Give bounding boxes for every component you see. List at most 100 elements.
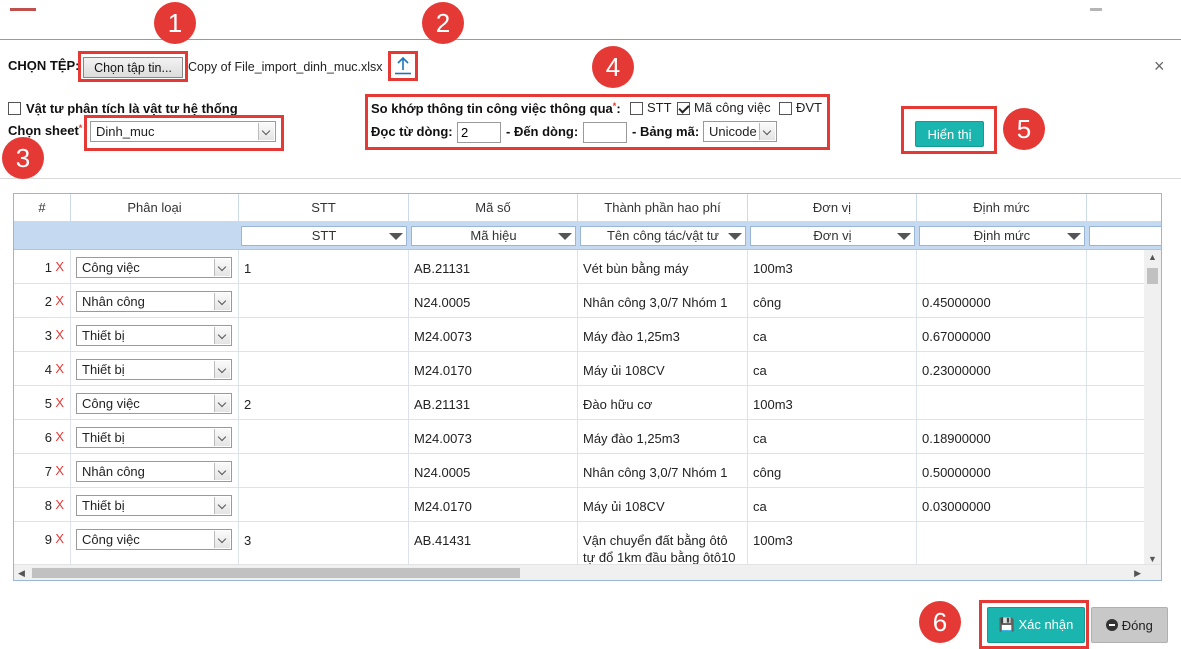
cell-norm-value: 0.50000000 <box>922 465 991 480</box>
cell-code: M24.0073 <box>409 318 578 351</box>
col-header-type[interactable]: Phân loại <box>71 194 239 222</box>
delete-row-icon[interactable]: X <box>55 531 64 546</box>
type-select-value: Công việc <box>82 260 140 275</box>
cell-name-value: Nhân công 3,0/7 Nhóm 1 <box>583 295 728 310</box>
type-select[interactable]: Công việc <box>76 529 232 550</box>
cell-name-value: Vận chuyển đất bằng ôtô <box>583 533 728 548</box>
grid-filter-row: STT Mã hiệu Tên công tác/vật tư Đơn vị Đ… <box>14 222 1161 250</box>
vertical-scroll-thumb[interactable] <box>1147 268 1158 284</box>
type-select-value: Thiết bị <box>82 430 125 445</box>
cell-norm: 0.23000000 <box>917 352 1087 385</box>
cell-stt <box>239 488 409 521</box>
callout-4: 4 <box>592 46 634 88</box>
cell-index: 7X <box>14 454 71 487</box>
type-select[interactable]: Thiết bị <box>76 325 232 346</box>
delete-row-icon[interactable]: X <box>55 361 64 376</box>
scroll-down-icon[interactable]: ▼ <box>1148 554 1157 564</box>
filter-name[interactable]: Tên công tác/vật tư <box>580 226 746 246</box>
cell-unit-value: 100m3 <box>753 261 793 276</box>
row-number: 1 <box>44 260 52 275</box>
delete-row-icon[interactable]: X <box>55 327 64 342</box>
system-material-checkbox[interactable] <box>8 102 21 115</box>
row-number: 2 <box>44 294 52 309</box>
close-button[interactable]: Đóng <box>1091 607 1168 643</box>
type-select[interactable]: Nhân công <box>76 291 232 312</box>
table-row: 3 X Thiết bị M24.0073 Máy đào 1,25m3 ca 0.6700… <box>14 318 1161 352</box>
filter-unit[interactable]: Đơn vị <box>750 226 915 246</box>
grid-header-row: # Phân loại STT Mã số Thành phần hao phí… <box>14 194 1161 222</box>
cell-unit: ca <box>748 420 917 453</box>
cell-norm-value: 0.03000000 <box>922 499 991 514</box>
filter-code[interactable]: Mã hiệu <box>411 226 576 246</box>
col-header-code[interactable]: Mã số <box>409 194 578 222</box>
type-select-value: Nhân công <box>82 464 145 479</box>
callout-3: 3 <box>2 137 44 179</box>
delete-row-icon[interactable]: X <box>55 259 64 274</box>
chevron-down-icon <box>214 259 230 276</box>
delete-row-icon[interactable]: X <box>55 429 64 444</box>
cell-code-value: AB.41431 <box>414 533 472 548</box>
cell-index: 5X <box>14 386 71 419</box>
type-select[interactable]: Thiết bị <box>76 359 232 380</box>
filter-extra[interactable] <box>1089 226 1161 246</box>
close-icon[interactable]: × <box>1154 56 1165 77</box>
col-header-unit[interactable]: Đơn vị <box>748 194 917 222</box>
table-row: 6 X Thiết bị M24.0073 Máy đào 1,25m3 ca 0.1890… <box>14 420 1161 454</box>
col-header-norm[interactable]: Định mức <box>917 194 1087 222</box>
cell-name: Máy đào 1,25m3 <box>578 420 748 453</box>
top-bar-mark <box>1090 8 1102 11</box>
cell-code: AB.21131 <box>409 386 578 419</box>
col-header-stt[interactable]: STT <box>239 194 409 222</box>
type-select-value: Công việc <box>82 396 140 411</box>
cell-type: Thiết bị <box>71 352 239 385</box>
type-select[interactable]: Công việc <box>76 257 232 278</box>
scroll-left-icon[interactable]: ◀ <box>18 568 25 579</box>
filter-stt[interactable]: STT <box>241 226 407 246</box>
type-select[interactable]: Thiết bị <box>76 495 232 516</box>
horizontal-scroll-thumb[interactable] <box>32 568 520 578</box>
type-select[interactable]: Công việc <box>76 393 232 414</box>
delete-row-icon[interactable]: X <box>55 463 64 478</box>
cell-norm: 0.45000000 <box>917 284 1087 317</box>
cell-name: Nhân công 3,0/7 Nhóm 1 <box>578 454 748 487</box>
cell-index: 6X <box>14 420 71 453</box>
cell-stt <box>239 318 409 351</box>
minus-circle-icon <box>1106 618 1119 631</box>
vertical-scrollbar[interactable]: ▲ ▼ <box>1144 250 1161 566</box>
scroll-right-icon[interactable]: ▶ <box>1134 568 1141 579</box>
scroll-up-icon[interactable]: ▲ <box>1148 252 1157 262</box>
col-header-name[interactable]: Thành phần hao phí <box>578 194 748 222</box>
cell-code-value: M24.0073 <box>414 329 472 344</box>
table-row: 1 X Công việc 1 AB.21131 Vét bùn bằng máy 100m… <box>14 250 1161 284</box>
cell-code: N24.0005 <box>409 284 578 317</box>
type-select[interactable]: Nhân công <box>76 461 232 482</box>
cell-name: Máy ủi 108CV <box>578 488 748 521</box>
chevron-down-icon <box>214 531 230 548</box>
filter-norm[interactable]: Định mức <box>919 226 1085 246</box>
chevron-down-icon <box>214 327 230 344</box>
delete-row-icon[interactable]: X <box>55 497 64 512</box>
cell-type: Nhân công <box>71 284 239 317</box>
delete-row-icon[interactable]: X <box>55 395 64 410</box>
cell-unit: ca <box>748 318 917 351</box>
type-select[interactable]: Thiết bị <box>76 427 232 448</box>
cell-code: M24.0073 <box>409 420 578 453</box>
cell-norm <box>917 250 1087 283</box>
horizontal-scrollbar[interactable]: ◀ ▶ <box>14 564 1161 580</box>
cell-norm-value: 0.18900000 <box>922 431 991 446</box>
table-row: 8 X Thiết bị M24.0170 Máy ủi 108CV ca 0.030000… <box>14 488 1161 522</box>
cell-code: N24.0005 <box>409 454 578 487</box>
annotation-box-sheet <box>84 115 284 151</box>
brand-mark <box>10 8 36 11</box>
annotation-box-show <box>901 106 997 154</box>
cell-stt <box>239 454 409 487</box>
table-row: 7 X Nhân công N24.0005 Nhân công 3,0/7 Nhóm … <box>14 454 1161 488</box>
chevron-down-icon <box>214 463 230 480</box>
cell-name-value: Máy ủi 108CV <box>583 499 665 514</box>
cell-norm-value: 0.67000000 <box>922 329 991 344</box>
delete-row-icon[interactable]: X <box>55 293 64 308</box>
cell-name: Máy đào 1,25m3 <box>578 318 748 351</box>
cell-code-value: N24.0005 <box>414 465 471 480</box>
cell-unit: 100m3 <box>748 250 917 283</box>
import-grid: # Phân loại STT Mã số Thành phần hao phí… <box>13 193 1162 581</box>
